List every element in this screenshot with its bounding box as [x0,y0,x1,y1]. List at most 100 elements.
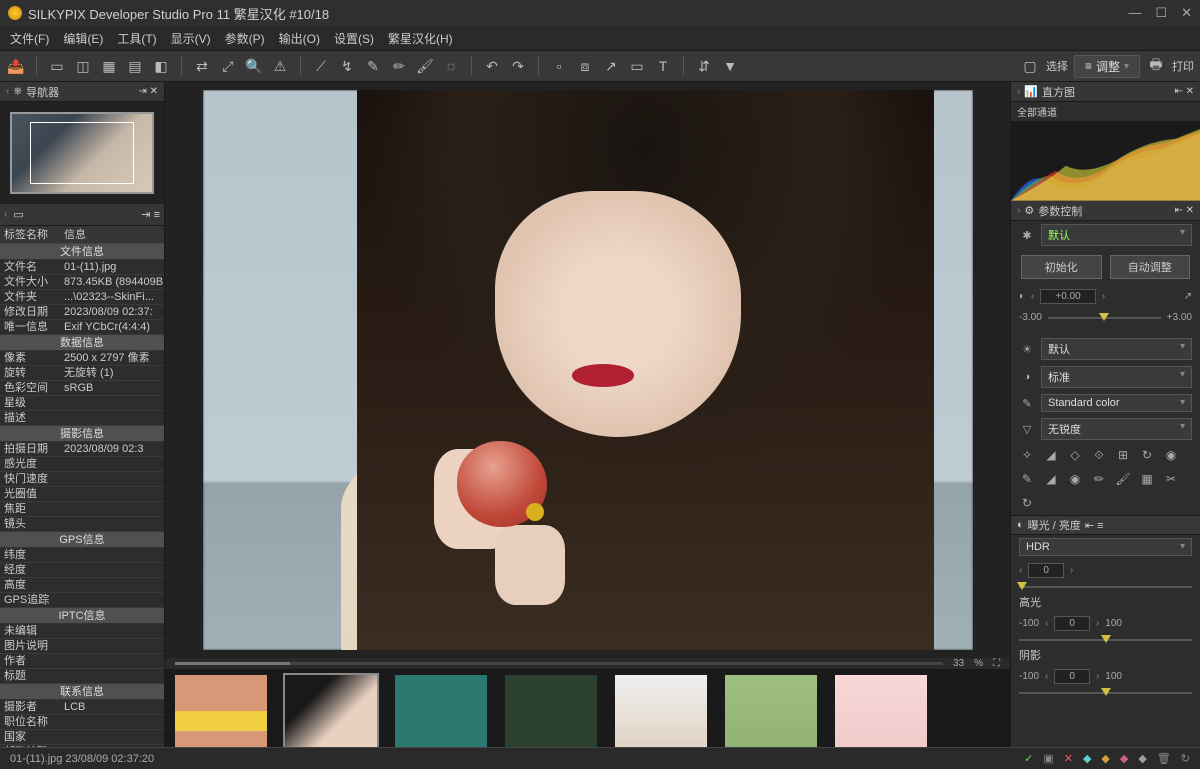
zoom-slider[interactable] [175,662,943,665]
refresh-icon[interactable]: ↻ [1019,495,1035,511]
tab-info-icon[interactable]: ▭ [13,208,23,221]
init-button[interactable]: 初始化 [1021,255,1102,279]
status-error-icon[interactable]: ✕ [1064,752,1073,765]
tool-b-icon[interactable]: ⧈ [575,56,595,76]
exposure-slider[interactable] [1048,317,1161,319]
filmstrip-item[interactable]: ▫ ★☆☆☆☆01-(8).jpg2023/08/09 02:38 [835,675,927,747]
view-grid-icon[interactable]: ▦ [99,56,119,76]
tool2-icon[interactable]: ◢ [1043,447,1059,463]
hdr-dropdown[interactable]: HDR▾ [1019,538,1192,556]
image-viewer[interactable] [165,82,1010,658]
chevron-left-icon[interactable]: ‹ [6,86,9,97]
status-tag4-icon[interactable]: ◆ [1138,752,1146,765]
brush1-icon[interactable]: ✎ [363,56,383,76]
tool-a-icon[interactable]: ▫ [549,56,569,76]
status-tag3-icon[interactable]: ◆ [1120,752,1128,765]
menu-view[interactable]: 显示(V) [171,30,211,47]
filmstrip-item[interactable]: ▫ ★☆☆☆☆01-(4).jpg2023/08/09 02:38 [395,675,487,747]
tool11-icon[interactable]: ✏ [1091,471,1107,487]
crop-icon[interactable]: ✂ [1163,471,1179,487]
shadow-value[interactable]: 0 [1054,669,1090,684]
print-label[interactable]: 打印 [1172,58,1194,74]
shadow-slider[interactable] [1019,692,1192,694]
filmstrip-item[interactable]: ▫ ★☆☆☆☆01-(11).jpg2023/08/09 02:37: [285,675,377,747]
print-icon[interactable]: 🖶 [1146,56,1166,76]
sharp-dropdown[interactable]: 无锐度▾ [1041,418,1192,440]
status-refresh-icon[interactable]: ↻ [1181,752,1190,765]
navigator-thumbnail[interactable] [0,102,164,204]
adjust-dropdown[interactable]: ≡ 调整 ▾ [1074,55,1140,78]
flip-h-icon[interactable]: ⇄ [192,56,212,76]
tool1-icon[interactable]: ✧ [1019,447,1035,463]
chevron-right-icon[interactable]: › [1017,86,1020,97]
highlight-value[interactable]: 0 [1054,616,1090,631]
text-icon[interactable]: T [653,56,673,76]
filmstrip[interactable]: ▫ ★☆☆☆☆00.jpg2023/08/10 05:22 ▫ ★☆☆☆☆01-… [165,669,1010,747]
hdr-slider[interactable] [1019,586,1192,588]
histogram[interactable] [1011,121,1200,201]
tool10-icon[interactable]: ◉ [1067,471,1083,487]
export-icon[interactable]: 📤 [6,56,26,76]
tool7-icon[interactable]: ◉ [1163,447,1179,463]
tool4-icon[interactable]: ⟐ [1091,447,1107,463]
tool8-icon[interactable]: ✎ [1019,471,1035,487]
exposure-section-header[interactable]: ◐ 曝光 / 亮度 ⇤ ≡ [1011,515,1200,535]
metadata-list[interactable]: 文件信息 文件名01-(11).jpg 文件大小873.45KB (894409… [0,244,164,747]
brush2-icon[interactable]: ✏ [389,56,409,76]
close-icon[interactable]: ✕ [1181,5,1192,21]
select-label[interactable]: 选择 [1046,58,1068,74]
pin-icon[interactable]: ⇤ ✕ [1174,205,1194,216]
menu-tools[interactable]: 工具(T) [117,30,156,47]
filter-icon[interactable]: ▼ [720,56,740,76]
tool3-icon[interactable]: ◇ [1067,447,1083,463]
highlight-slider[interactable] [1019,639,1192,641]
fit-icon[interactable]: ⤢ [218,56,238,76]
minimize-icon[interactable]: — [1128,5,1141,21]
tool-d-icon[interactable]: ▭ [627,56,647,76]
status-tag2-icon[interactable]: ◆ [1101,752,1109,765]
view-compare-icon[interactable]: ◧ [151,56,171,76]
filmstrip-item[interactable]: ▫ ★☆☆☆☆01-(5).jpg2023/08/09 02:38:42 [505,675,597,747]
menu-file[interactable]: 文件(F) [10,30,49,47]
hdr-value[interactable]: 0 [1028,563,1064,578]
color-dropdown[interactable]: Standard color▾ [1041,394,1192,412]
view-thumb-icon[interactable]: ▤ [125,56,145,76]
warning-icon[interactable]: ⚠ [270,56,290,76]
preset-dropdown[interactable]: 默认▾ [1041,224,1192,246]
tool-c-icon[interactable]: ↗ [601,56,621,76]
status-stack-icon[interactable]: ▣ [1043,752,1053,765]
filmstrip-item[interactable]: ▫ ★☆☆☆☆01-(6).jpg2023/08/09 02:38 [615,675,707,747]
exposure-value[interactable]: +0.00 [1040,289,1095,304]
menu-localize[interactable]: 繁星汉化(H) [388,30,453,47]
tool5-icon[interactable]: ⊞ [1115,447,1131,463]
view-single-icon[interactable]: ▭ [47,56,67,76]
maximize-icon[interactable]: ☐ [1155,5,1167,21]
menu-edit[interactable]: 编辑(E) [63,30,103,47]
tool6-icon[interactable]: ↻ [1139,447,1155,463]
view-split-icon[interactable]: ◫ [73,56,93,76]
tool13-icon[interactable]: ▦ [1139,471,1155,487]
channel-label[interactable]: 全部通道 [1011,102,1200,121]
redo-icon[interactable]: ↷ [508,56,528,76]
chevron-right-icon[interactable]: › [1017,205,1020,216]
undo-icon[interactable]: ↶ [482,56,502,76]
status-trash-icon[interactable]: 🗑 [1157,752,1171,765]
status-tag1-icon[interactable]: ◆ [1083,752,1091,765]
pin-icon[interactable]: ⇥ ✕ [138,86,158,97]
level-icon[interactable]: ↯ [337,56,357,76]
tool12-icon[interactable]: 🖌 [1115,471,1131,487]
dropper-icon[interactable]: ⟋ [311,56,331,76]
menu-params[interactable]: 参数(P) [225,30,265,47]
pin-icon[interactable]: ⇤ ✕ [1174,86,1194,97]
sort-icon[interactable]: ⇵ [694,56,714,76]
wb-dropdown[interactable]: 默认▾ [1041,338,1192,360]
auto-button[interactable]: 自动调整 [1110,255,1191,279]
status-check-icon[interactable]: ✓ [1024,752,1033,765]
chevron-left-icon[interactable]: ‹ [4,209,7,220]
menu-output[interactable]: 输出(O) [279,30,320,47]
brush3-icon[interactable]: 🖌 [415,56,435,76]
tool9-icon[interactable]: ◢ [1043,471,1059,487]
filmstrip-item[interactable]: ▫ ★☆☆☆☆01-(7).jpg2023/08/09 02:38 [725,675,817,747]
select-mode-icon[interactable]: ▢ [1020,56,1040,76]
menu-settings[interactable]: 设置(S) [334,30,374,47]
